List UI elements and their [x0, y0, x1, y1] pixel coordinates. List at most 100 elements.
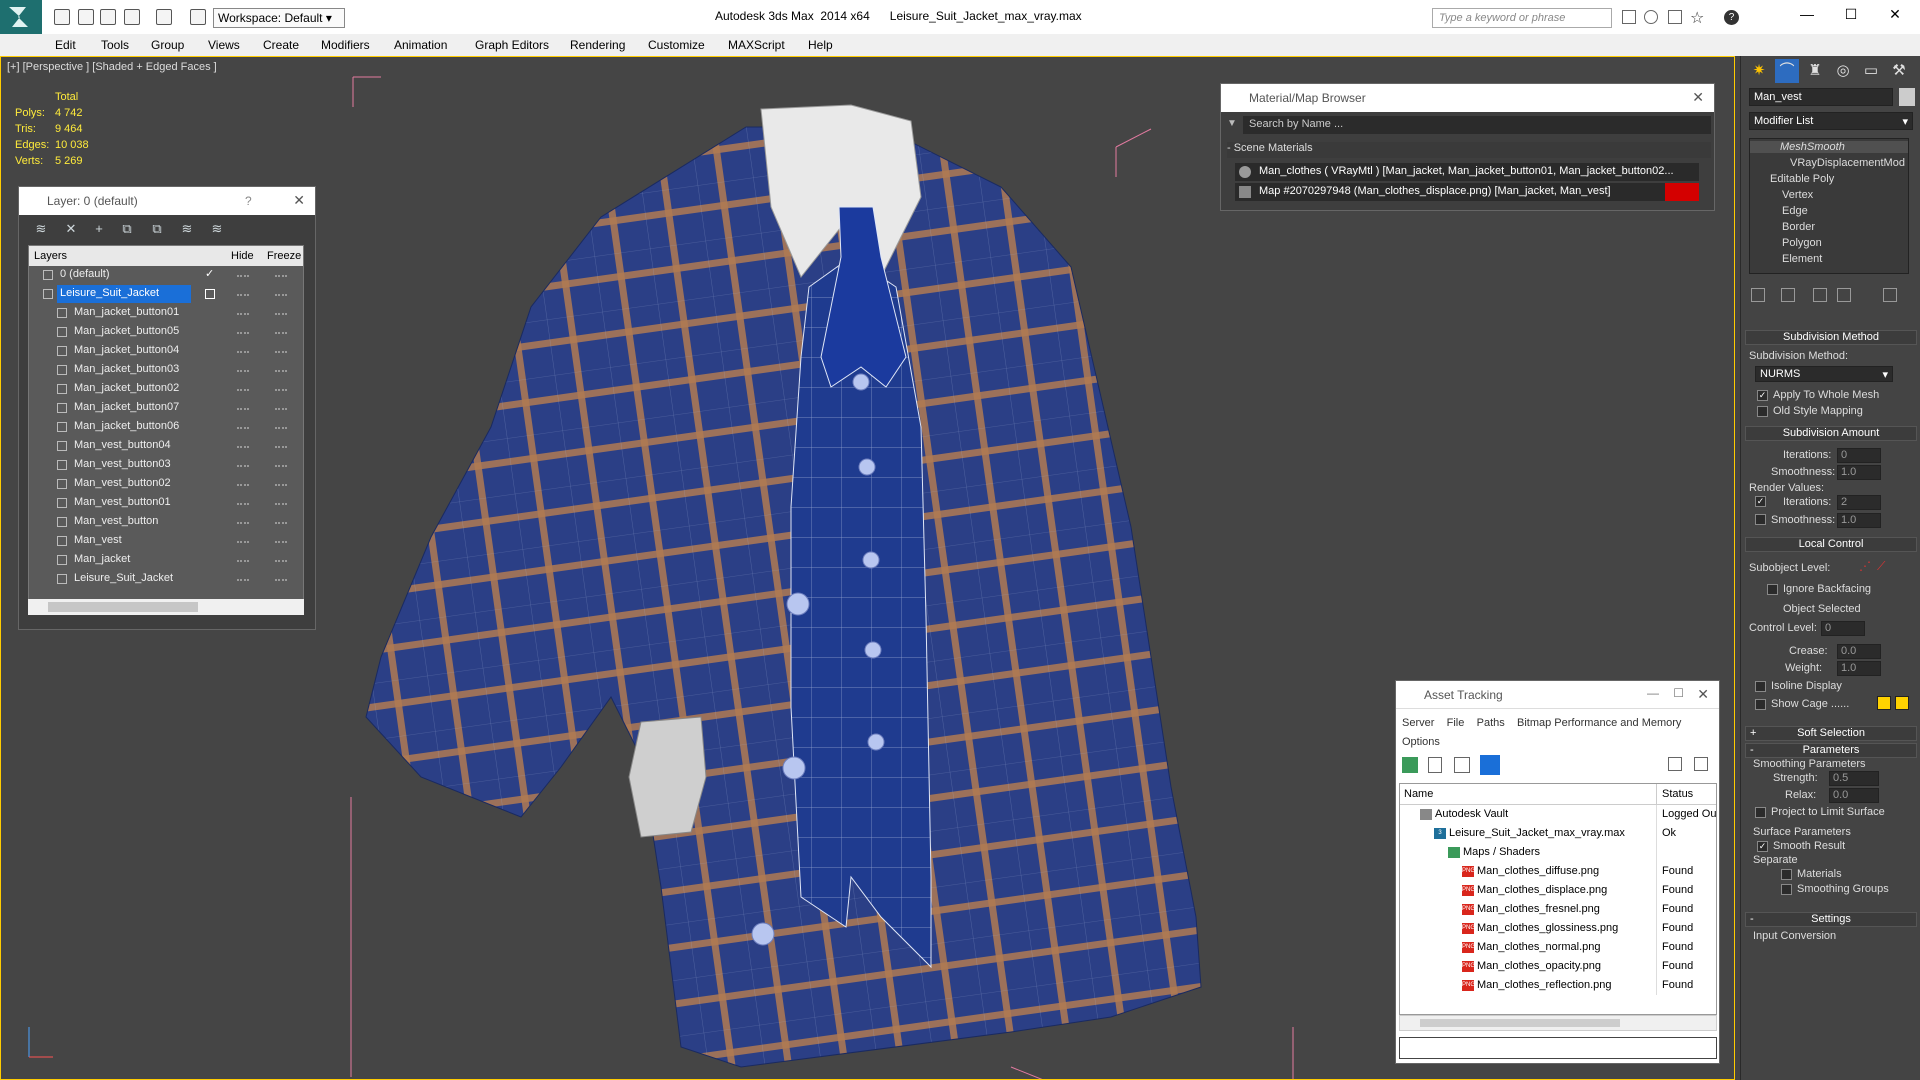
- material-search-input[interactable]: Search by Name ...: [1243, 116, 1711, 134]
- display-tab-icon[interactable]: ▭: [1859, 59, 1883, 83]
- new-file-icon[interactable]: [54, 9, 70, 25]
- ignore-backfacing-checkbox[interactable]: [1767, 584, 1778, 595]
- freeze-toggle[interactable]: [275, 408, 287, 410]
- keyword-search-input[interactable]: Type a keyword or phrase: [1432, 8, 1612, 28]
- freeze-toggle[interactable]: [275, 275, 287, 277]
- weight-spinner[interactable]: 1.0: [1837, 661, 1881, 676]
- layer-row[interactable]: Man_jacket_button05: [29, 323, 303, 342]
- create-layer-icon[interactable]: ≋: [33, 221, 49, 237]
- stack-element[interactable]: Element: [1782, 253, 1822, 265]
- close-icon[interactable]: ✕: [1697, 686, 1709, 703]
- project-limit-checkbox[interactable]: [1755, 807, 1766, 818]
- asset-row[interactable]: PNG Man_clothes_reflection.png Found: [1400, 976, 1716, 995]
- menu-tools[interactable]: Tools: [101, 38, 129, 52]
- freeze-toggle[interactable]: [275, 484, 287, 486]
- object-color-swatch[interactable]: [1899, 88, 1915, 106]
- layer-row[interactable]: Man_jacket: [29, 551, 303, 570]
- layer-row[interactable]: Man_vest: [29, 532, 303, 551]
- freeze-toggle[interactable]: [275, 522, 287, 524]
- edge-level-icon[interactable]: ⟋: [1877, 559, 1885, 574]
- maximize-icon[interactable]: ☐: [1836, 6, 1866, 26]
- layer-row[interactable]: Man_vest_button03: [29, 456, 303, 475]
- hide-toggle[interactable]: [237, 446, 249, 448]
- menu-graph-editors[interactable]: Graph Editors: [475, 38, 549, 52]
- menu-server[interactable]: Server: [1402, 717, 1434, 729]
- freeze-toggle[interactable]: [275, 427, 287, 429]
- utilities-tab-icon[interactable]: ⚒: [1887, 59, 1911, 83]
- open-file-icon[interactable]: [78, 9, 94, 25]
- set-current-box-icon[interactable]: [205, 289, 215, 299]
- hide-toggle[interactable]: [237, 370, 249, 372]
- layer-row[interactable]: 0 (default) ✓: [29, 266, 303, 285]
- asset-path-field[interactable]: [1399, 1037, 1717, 1059]
- layer-row[interactable]: Leisure_Suit_Jacket: [29, 570, 303, 589]
- material-map-browser[interactable]: Material/Map Browser ✕ ▼ Search by Name …: [1220, 83, 1715, 211]
- asset-tracking-window[interactable]: Asset Tracking — ☐ ✕ Server File Paths B…: [1395, 680, 1720, 1064]
- menu-edit[interactable]: Edit: [55, 38, 76, 52]
- minimize-icon[interactable]: —: [1647, 686, 1659, 700]
- stack-vertex[interactable]: Vertex: [1782, 189, 1813, 201]
- freeze-toggle[interactable]: [275, 579, 287, 581]
- hide-toggle[interactable]: [237, 465, 249, 467]
- relax-spinner[interactable]: 0.0: [1829, 788, 1879, 803]
- asset-row[interactable]: PNG Man_clothes_normal.png Found: [1400, 938, 1716, 957]
- minimize-icon[interactable]: —: [1792, 6, 1822, 26]
- freeze-toggle[interactable]: [275, 503, 287, 505]
- asset-row[interactable]: PNG Man_clothes_diffuse.png Found: [1400, 862, 1716, 881]
- rollout-settings[interactable]: - Settings: [1745, 912, 1917, 927]
- material-browser-title[interactable]: Material/Map Browser ✕: [1221, 84, 1714, 112]
- menu-help[interactable]: Help: [808, 38, 833, 52]
- render-smoothness-checkbox[interactable]: [1755, 514, 1766, 525]
- hide-toggle[interactable]: [237, 275, 249, 277]
- set-current-layer-icon[interactable]: ≋: [179, 221, 195, 237]
- binoculars-icon[interactable]: [1622, 10, 1636, 24]
- crease-spinner[interactable]: 0.0: [1837, 644, 1881, 659]
- help-icon[interactable]: [1668, 757, 1682, 771]
- stack-border[interactable]: Border: [1782, 221, 1815, 233]
- asset-row[interactable]: PNG Man_clothes_fresnel.png Found: [1400, 900, 1716, 919]
- freeze-toggle[interactable]: [275, 446, 287, 448]
- freeze-toggle[interactable]: [275, 389, 287, 391]
- delete-layer-icon[interactable]: ✕: [63, 221, 79, 237]
- freeze-toggle[interactable]: [275, 313, 287, 315]
- render-iterations-checkbox[interactable]: ✓: [1755, 496, 1766, 507]
- menu-modifiers[interactable]: Modifiers: [321, 38, 370, 52]
- asset-row[interactable]: PNG Man_clothes_displace.png Found: [1400, 881, 1716, 900]
- menu-animation[interactable]: Animation: [394, 38, 447, 52]
- pin-stack-icon[interactable]: [1751, 288, 1765, 302]
- cage-color-swatch-1[interactable]: [1877, 696, 1891, 710]
- control-level-spinner[interactable]: 0: [1821, 621, 1865, 636]
- col-hide[interactable]: Hide: [231, 250, 254, 262]
- stack-edge[interactable]: Edge: [1782, 205, 1808, 217]
- configure-sets-icon[interactable]: [1883, 288, 1897, 302]
- refresh-icon[interactable]: [1402, 757, 1418, 773]
- sleeve-cuff[interactable]: [628, 716, 707, 838]
- options-chevron-icon[interactable]: ▼: [1227, 118, 1237, 129]
- rollout-local-control[interactable]: Local Control: [1745, 537, 1917, 552]
- layer-row[interactable]: Man_vest_button04: [29, 437, 303, 456]
- asset-row[interactable]: PNG Man_clothes_opacity.png Found: [1400, 957, 1716, 976]
- layer-panel-title[interactable]: Layer: 0 (default) ? ✕: [19, 187, 315, 215]
- hide-toggle[interactable]: [237, 351, 249, 353]
- vertex-level-icon[interactable]: ⋰: [1859, 559, 1871, 573]
- help-icon[interactable]: ?: [1724, 10, 1739, 25]
- cage-color-swatch-2[interactable]: [1895, 696, 1909, 710]
- maximize-icon[interactable]: ☐: [1673, 686, 1684, 700]
- asset-row[interactable]: 3 Leisure_Suit_Jacket_max_vray.max Ok: [1400, 824, 1716, 843]
- close-icon[interactable]: ✕: [293, 192, 305, 209]
- layer-row[interactable]: Man_jacket_button02: [29, 380, 303, 399]
- hide-toggle[interactable]: [237, 484, 249, 486]
- render-smoothness-spinner[interactable]: 1.0: [1837, 513, 1881, 528]
- render-iterations-spinner[interactable]: 2: [1837, 495, 1881, 510]
- jacket-body[interactable]: [365, 126, 1202, 1068]
- close-window-icon[interactable]: ✕: [1880, 6, 1910, 26]
- current-layer-check-icon[interactable]: ✓: [205, 267, 214, 280]
- strength-spinner[interactable]: 0.5: [1829, 771, 1879, 786]
- scene-materials-section[interactable]: - Scene Materials: [1227, 142, 1711, 158]
- rollout-parameters[interactable]: - Parameters: [1745, 743, 1917, 758]
- freeze-toggle[interactable]: [275, 560, 287, 562]
- hide-toggle[interactable]: [237, 503, 249, 505]
- rollout-soft-selection[interactable]: + Soft Selection: [1745, 726, 1917, 741]
- menu-views[interactable]: Views: [208, 38, 240, 52]
- material-row[interactable]: Man_clothes ( VRayMtl ) [Man_jacket, Man…: [1235, 163, 1699, 181]
